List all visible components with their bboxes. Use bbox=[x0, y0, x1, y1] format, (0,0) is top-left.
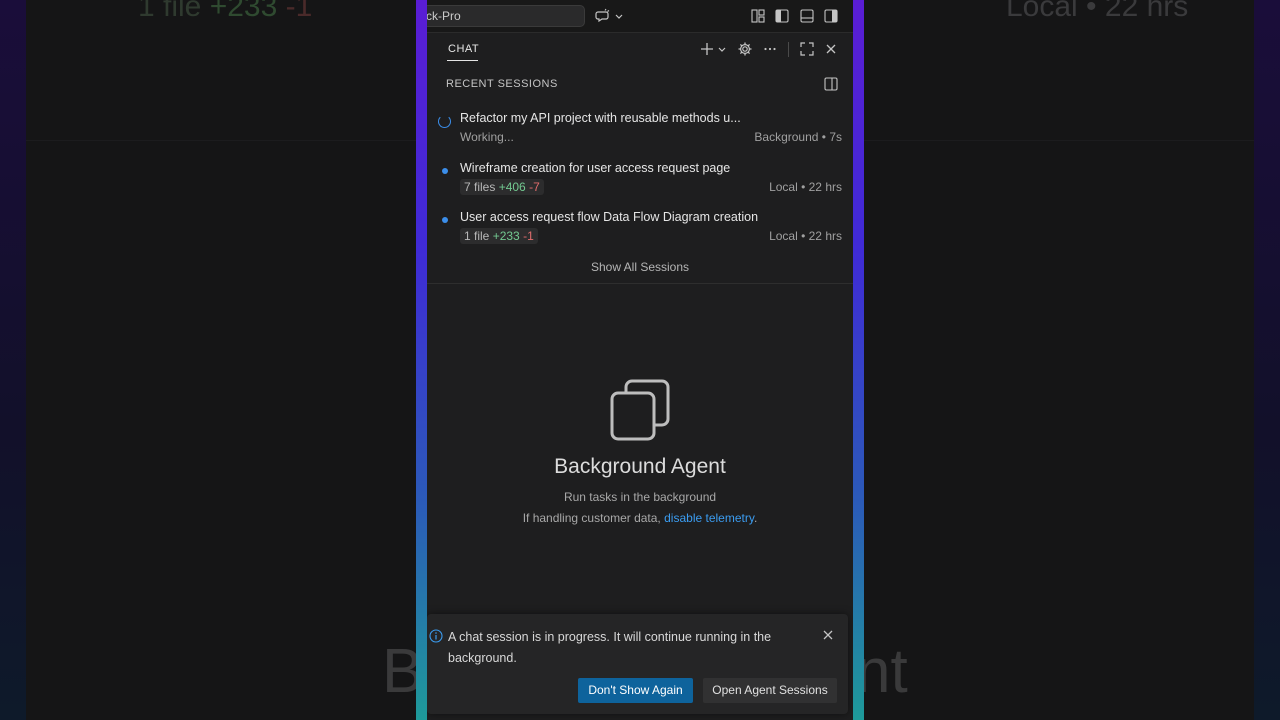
gear-icon[interactable] bbox=[737, 41, 753, 57]
agent-sessions-icon[interactable] bbox=[595, 8, 611, 24]
toggle-panel-icon[interactable] bbox=[799, 8, 815, 24]
recent-sessions-heading: RECENT SESSIONS bbox=[446, 78, 558, 90]
background-meta-text: Local • 22 hrs bbox=[1006, 0, 1189, 23]
background-edge-left bbox=[0, 0, 26, 720]
session-meta: Background • 7s bbox=[754, 130, 842, 144]
session-status-dot bbox=[442, 217, 448, 223]
background-agent-copy-icon bbox=[610, 379, 670, 441]
header-separator bbox=[788, 42, 789, 57]
session-item[interactable]: User access request flow Data Flow Diagr… bbox=[427, 210, 853, 258]
chat-panel: ck-Pro CHAT RECENT SESSIONS Refactor my … bbox=[427, 0, 853, 720]
working-spinner-icon bbox=[438, 115, 451, 128]
dont-show-again-button[interactable]: Don't Show Again bbox=[578, 678, 693, 703]
session-change-stats: 1 file +233 -1 bbox=[460, 228, 538, 244]
chevron-down-icon[interactable] bbox=[614, 8, 624, 24]
background-edge-right bbox=[1254, 0, 1280, 720]
customize-layout-icon[interactable] bbox=[750, 8, 766, 24]
maximize-icon[interactable] bbox=[799, 41, 815, 57]
agent-title: Background Agent bbox=[554, 455, 726, 478]
toast-message: A chat session is in progress. It will c… bbox=[448, 630, 772, 665]
session-status-dot bbox=[442, 168, 448, 174]
telemetry-notice: If handling customer data, disable telem… bbox=[522, 511, 758, 525]
open-agent-sessions-button[interactable]: Open Agent Sessions bbox=[703, 678, 837, 703]
new-chat-dropdown-chevron-icon[interactable] bbox=[717, 41, 727, 57]
info-icon bbox=[429, 629, 443, 643]
tab-chat[interactable]: CHAT bbox=[448, 43, 479, 55]
agent-subtitle: Run tasks in the background bbox=[563, 490, 717, 504]
close-icon[interactable] bbox=[821, 628, 835, 642]
session-meta: Local • 22 hrs bbox=[769, 180, 842, 194]
session-meta: Local • 22 hrs bbox=[769, 229, 842, 243]
session-title: User access request flow Data Flow Diagr… bbox=[460, 210, 759, 224]
session-title: Refactor my API project with reusable me… bbox=[460, 111, 741, 125]
sessions-divider bbox=[427, 283, 853, 284]
session-change-stats: 7 files +406 -7 bbox=[460, 179, 544, 195]
session-title: Wireframe creation for user access reque… bbox=[460, 161, 731, 175]
background-stats-text: 1 file +233 -1 bbox=[138, 0, 313, 23]
title-bar: ck-Pro bbox=[427, 0, 853, 33]
disable-telemetry-link[interactable]: disable telemetry bbox=[664, 511, 754, 525]
notification-toast: A chat session is in progress. It will c… bbox=[427, 614, 848, 714]
show-all-sessions-link[interactable]: Show All Sessions bbox=[427, 260, 853, 274]
toggle-primary-sidebar-icon[interactable] bbox=[774, 8, 790, 24]
session-item[interactable]: Refactor my API project with reusable me… bbox=[427, 111, 853, 159]
session-item[interactable]: Wireframe creation for user access reque… bbox=[427, 161, 853, 209]
session-status: Working... bbox=[460, 130, 514, 144]
new-chat-plus-icon[interactable] bbox=[699, 41, 715, 57]
close-icon[interactable] bbox=[823, 41, 839, 57]
tab-active-indicator bbox=[447, 60, 478, 61]
command-center-search[interactable]: ck-Pro bbox=[427, 5, 585, 27]
toggle-sessions-view-icon[interactable] bbox=[823, 76, 839, 92]
toggle-secondary-sidebar-icon[interactable] bbox=[823, 8, 839, 24]
more-actions-ellipsis-icon[interactable] bbox=[762, 41, 778, 57]
